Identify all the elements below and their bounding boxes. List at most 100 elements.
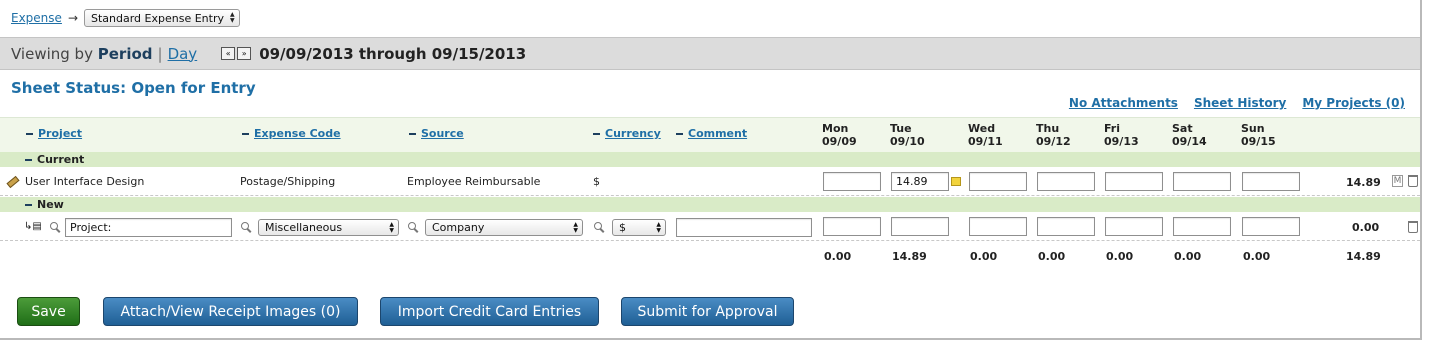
select-updown-icon: ▲ ▼ bbox=[656, 221, 661, 234]
column-comment[interactable]: Comment bbox=[676, 127, 747, 140]
trash-icon[interactable] bbox=[1408, 175, 1418, 187]
select-updown-icon: ▲ ▼ bbox=[229, 11, 235, 24]
column-project[interactable]: Project bbox=[26, 127, 82, 140]
currency-select[interactable]: $ ▲ ▼ bbox=[612, 219, 666, 236]
date-range: 09/09/2013 through 09/15/2013 bbox=[259, 44, 527, 63]
sheet-type-select[interactable]: Standard Expense Entry ▲ ▼ bbox=[84, 9, 240, 27]
day-header-fri: Fri 09/13 bbox=[1104, 122, 1139, 148]
day-date: 09/14 bbox=[1172, 135, 1207, 148]
amount-sun[interactable] bbox=[1242, 217, 1300, 236]
collapse-icon bbox=[409, 132, 416, 135]
total-sat: 0.00 bbox=[1174, 250, 1202, 263]
add-row-icon[interactable]: ↳▤ bbox=[24, 221, 42, 232]
view-separator: | bbox=[157, 44, 163, 63]
amount-thu[interactable] bbox=[1037, 172, 1095, 191]
day-header-tue: Tue 09/10 bbox=[890, 122, 925, 148]
amount-tue[interactable] bbox=[891, 217, 949, 236]
column-expense-code[interactable]: Expense Code bbox=[242, 127, 341, 140]
row-project: User Interface Design bbox=[25, 175, 145, 188]
prev-period-button[interactable]: « bbox=[221, 47, 236, 60]
amount-wed[interactable] bbox=[969, 172, 1027, 191]
total-tue: 14.89 bbox=[892, 250, 927, 263]
import-credit-card-button[interactable]: Import Credit Card Entries bbox=[380, 297, 599, 326]
save-button[interactable]: Save bbox=[17, 297, 80, 326]
table-row-current: User Interface Design Postage/Shipping E… bbox=[0, 168, 1420, 196]
day-name: Thu bbox=[1036, 122, 1060, 135]
column-project-label: Project bbox=[38, 127, 83, 140]
day-header-sat: Sat 09/14 bbox=[1172, 122, 1207, 148]
row-expense-code: Postage/Shipping bbox=[240, 175, 336, 188]
day-name: Mon bbox=[822, 122, 849, 135]
amount-thu[interactable] bbox=[1037, 217, 1095, 236]
attachments-link[interactable]: No Attachments bbox=[1069, 96, 1178, 110]
my-projects-link[interactable]: My Projects (0) bbox=[1302, 96, 1405, 110]
amount-mon[interactable] bbox=[823, 172, 881, 191]
amount-wed[interactable] bbox=[969, 217, 1027, 236]
attach-receipts-button[interactable]: Attach/View Receipt Images (0) bbox=[103, 297, 358, 326]
next-period-button[interactable]: » bbox=[237, 47, 252, 60]
amount-sun[interactable] bbox=[1242, 172, 1300, 191]
note-icon[interactable] bbox=[951, 177, 961, 186]
breadcrumb: Expense → Standard Expense Entry ▲ ▼ bbox=[11, 9, 240, 27]
section-current-label: Current bbox=[37, 153, 85, 166]
day-view-link[interactable]: Day bbox=[168, 45, 198, 63]
search-icon[interactable] bbox=[594, 222, 605, 233]
amount-fri[interactable] bbox=[1105, 217, 1163, 236]
column-expense-code-label: Expense Code bbox=[254, 127, 341, 140]
sheet-links: No Attachments Sheet History My Projects… bbox=[1069, 96, 1405, 110]
sheet-status: Sheet Status: Open for Entry bbox=[11, 79, 256, 97]
period-view-label: Period bbox=[97, 44, 153, 63]
search-icon[interactable] bbox=[241, 222, 252, 233]
edit-pencil-icon[interactable] bbox=[6, 175, 20, 189]
submit-approval-button[interactable]: Submit for Approval bbox=[621, 297, 794, 326]
amount-sat[interactable] bbox=[1173, 172, 1231, 191]
total-sun: 0.00 bbox=[1243, 250, 1271, 263]
day-date: 09/09 bbox=[822, 135, 857, 148]
source-select[interactable]: Company ▲ ▼ bbox=[425, 219, 583, 236]
section-new[interactable]: New bbox=[0, 197, 1420, 212]
comment-input[interactable] bbox=[676, 218, 812, 237]
search-icon[interactable] bbox=[50, 222, 61, 233]
currency-select-value: $ bbox=[619, 221, 626, 234]
amount-mon[interactable] bbox=[823, 217, 881, 236]
column-currency[interactable]: Currency bbox=[593, 127, 661, 140]
collapse-icon bbox=[25, 203, 32, 206]
select-updown-icon: ▲ ▼ bbox=[389, 221, 394, 234]
sheet-history-link[interactable]: Sheet History bbox=[1194, 96, 1286, 110]
collapse-icon bbox=[676, 132, 683, 135]
day-date: 09/10 bbox=[890, 135, 925, 148]
row-source: Employee Reimbursable bbox=[407, 175, 541, 188]
day-name: Sat bbox=[1172, 122, 1193, 135]
section-new-label: New bbox=[37, 198, 64, 211]
amount-tue[interactable]: 14.89 bbox=[891, 172, 949, 191]
day-name: Fri bbox=[1104, 122, 1121, 135]
row-total: 14.89 bbox=[1346, 176, 1381, 189]
column-source[interactable]: Source bbox=[409, 127, 464, 140]
day-name: Sun bbox=[1241, 122, 1265, 135]
table-row-new: ↳▤ Project: Miscellaneous ▲ ▼ Company ▲ ▼ $ ▲… bbox=[0, 213, 1420, 241]
expense-code-select-value: Miscellaneous bbox=[265, 221, 343, 234]
day-header-mon: Mon 09/09 bbox=[822, 122, 857, 148]
source-select-value: Company bbox=[432, 221, 485, 234]
day-date: 09/11 bbox=[968, 135, 1003, 148]
trash-icon[interactable] bbox=[1408, 221, 1418, 233]
expense-sheet-window: Expense → Standard Expense Entry ▲ ▼ View… bbox=[0, 0, 1422, 340]
total-mon: 0.00 bbox=[824, 250, 852, 263]
day-date: 09/12 bbox=[1036, 135, 1071, 148]
day-header-thu: Thu 09/12 bbox=[1036, 122, 1071, 148]
m-icon[interactable]: M bbox=[1392, 175, 1403, 187]
column-source-label: Source bbox=[421, 127, 464, 140]
search-icon[interactable] bbox=[408, 222, 419, 233]
project-input[interactable]: Project: bbox=[65, 218, 232, 237]
day-name: Wed bbox=[968, 122, 996, 135]
breadcrumb-expense-link[interactable]: Expense bbox=[11, 11, 62, 25]
collapse-icon bbox=[593, 132, 600, 135]
amount-fri[interactable] bbox=[1105, 172, 1163, 191]
section-current[interactable]: Current bbox=[0, 152, 1420, 167]
column-currency-label: Currency bbox=[605, 127, 661, 140]
viewing-by-text: Viewing by bbox=[11, 44, 93, 63]
total-thu: 0.00 bbox=[1038, 250, 1066, 263]
amount-sat[interactable] bbox=[1173, 217, 1231, 236]
column-comment-label: Comment bbox=[688, 127, 748, 140]
expense-code-select[interactable]: Miscellaneous ▲ ▼ bbox=[258, 219, 399, 236]
